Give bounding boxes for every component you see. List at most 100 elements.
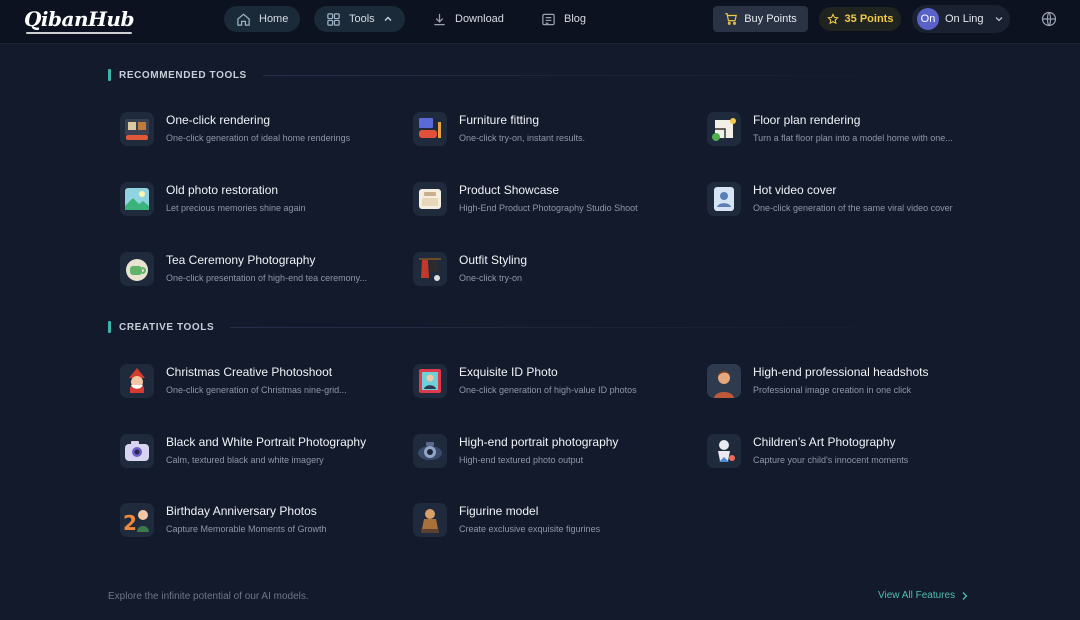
video-cover-thumbnail bbox=[707, 182, 741, 216]
floor-plan-thumbnail bbox=[707, 112, 741, 146]
points-label: 35 Points bbox=[844, 13, 894, 25]
tool-name: Exquisite ID Photo bbox=[459, 365, 558, 379]
tool-description: High-End Product Photography Studio Shoo… bbox=[459, 203, 638, 213]
section-marker bbox=[108, 321, 111, 333]
tool-card[interactable]: Outfit Styling One-click try-on bbox=[401, 250, 681, 290]
tool-card[interactable]: Children’s Art Photography Capture your … bbox=[695, 432, 975, 472]
globe-icon[interactable] bbox=[1041, 11, 1057, 27]
tool-description: Turn a flat floor plan into a model home… bbox=[753, 133, 953, 143]
blog-icon bbox=[542, 13, 555, 25]
nav-blog[interactable]: Blog bbox=[529, 6, 598, 32]
nav-download-label: Download bbox=[455, 13, 504, 25]
qibanhub-logo[interactable]: QibanHub bbox=[24, 7, 134, 34]
tool-card[interactable]: 2 Birthday Anniversary Photos Capture Me… bbox=[108, 501, 388, 541]
creative-tools-header: CREATIVE TOOLS bbox=[108, 320, 958, 334]
home-icon bbox=[237, 13, 250, 26]
tool-description: High-end textured photo output bbox=[459, 455, 584, 465]
headshot-thumbnail bbox=[707, 364, 741, 398]
star-icon bbox=[826, 13, 839, 25]
user-menu[interactable]: On On Ling bbox=[912, 5, 1010, 33]
nav-download[interactable]: Download bbox=[420, 6, 516, 32]
nav-tools-label: Tools bbox=[349, 13, 375, 25]
id-photo-thumbnail bbox=[413, 364, 447, 398]
tool-card[interactable]: Figurine model Create exclusive exquisit… bbox=[401, 501, 681, 541]
tool-description: One-click try-on bbox=[459, 273, 523, 283]
tool-description: One-click generation of high-value ID ph… bbox=[459, 385, 637, 395]
tool-card[interactable]: Floor plan rendering Turn a flat floor p… bbox=[695, 110, 975, 150]
section-marker bbox=[108, 69, 111, 81]
tool-description: One-click generation of the same viral v… bbox=[753, 203, 953, 213]
old-photo-thumbnail bbox=[120, 182, 154, 216]
tool-description: Calm, textured black and white imagery bbox=[166, 455, 324, 465]
tool-name: Tea Ceremony Photography bbox=[166, 253, 316, 267]
chevron-right-icon bbox=[962, 591, 968, 600]
avatar: On bbox=[917, 8, 939, 30]
one-click-rendering-thumbnail bbox=[120, 112, 154, 146]
user-name: On Ling bbox=[945, 13, 984, 25]
birthday-thumbnail: 2 bbox=[120, 503, 154, 537]
nav-home[interactable]: Home bbox=[224, 6, 301, 32]
tool-name: Birthday Anniversary Photos bbox=[166, 504, 317, 518]
portrait-camera-thumbnail bbox=[413, 434, 447, 468]
section-divider bbox=[230, 326, 958, 328]
tool-name: Children’s Art Photography bbox=[753, 435, 896, 449]
tool-card[interactable]: Old photo restoration Let precious memor… bbox=[108, 180, 388, 220]
childrens-art-thumbnail bbox=[707, 434, 741, 468]
tool-description: One-click generation of ideal home rende… bbox=[166, 133, 351, 143]
tool-card[interactable]: Exquisite ID Photo One-click generation … bbox=[401, 362, 681, 402]
tool-name: Furniture fitting bbox=[459, 113, 540, 127]
tool-name: Christmas Creative Photoshoot bbox=[166, 365, 333, 379]
footer-tagline: Explore the infinite potential of our AI… bbox=[108, 591, 309, 602]
section-divider bbox=[262, 74, 958, 76]
view-all-features-link[interactable]: View All Features bbox=[878, 590, 969, 601]
tool-name: Black and White Portrait Photography bbox=[166, 435, 367, 449]
buy-points-button[interactable]: Buy Points bbox=[713, 6, 808, 32]
grid-icon bbox=[327, 12, 340, 26]
tool-description: Let precious memories shine again bbox=[166, 203, 306, 213]
tool-name: High-end professional headshots bbox=[753, 365, 929, 379]
outfit-styling-thumbnail bbox=[413, 252, 447, 286]
section-title: RECOMMENDED TOOLS bbox=[119, 69, 247, 81]
tool-name: Floor plan rendering bbox=[753, 113, 861, 127]
download-icon bbox=[434, 13, 445, 25]
chevron-up-icon bbox=[384, 16, 392, 21]
tool-description: Create exclusive exquisite figurines bbox=[459, 524, 601, 534]
nav-blog-label: Blog bbox=[564, 13, 587, 25]
tool-card[interactable]: High-end portrait photography High-end t… bbox=[401, 432, 681, 472]
recommended-tools-header: RECOMMENDED TOOLS bbox=[108, 68, 958, 82]
chevron-down-icon bbox=[995, 17, 1002, 22]
tool-card[interactable]: Black and White Portrait Photography Cal… bbox=[108, 432, 388, 472]
cart-icon bbox=[725, 13, 738, 25]
tool-card[interactable]: Christmas Creative Photoshoot One-click … bbox=[108, 362, 388, 402]
product-showcase-thumbnail bbox=[413, 182, 447, 216]
tool-name: Product Showcase bbox=[459, 183, 560, 197]
tool-description: One-click try-on, instant results. bbox=[459, 133, 586, 143]
tool-name: One-click rendering bbox=[166, 113, 271, 127]
tea-ceremony-thumbnail bbox=[120, 252, 154, 286]
furniture-fitting-thumbnail bbox=[413, 112, 447, 146]
tool-name: Old photo restoration bbox=[166, 183, 279, 197]
tool-name: Figurine model bbox=[459, 504, 539, 518]
tool-description: Capture Memorable Moments of Growth bbox=[166, 524, 327, 534]
tool-name: Outfit Styling bbox=[459, 253, 528, 267]
points-badge[interactable]: 35 Points bbox=[819, 7, 901, 31]
tool-card[interactable]: Product Showcase High-End Product Photog… bbox=[401, 180, 681, 220]
view-all-label: View All Features bbox=[878, 590, 956, 601]
christmas-thumbnail bbox=[120, 364, 154, 398]
tool-card[interactable]: One-click rendering One-click generation… bbox=[108, 110, 388, 150]
tool-description: One-click presentation of high-end tea c… bbox=[166, 273, 367, 283]
tool-card[interactable]: Hot video cover One-click generation of … bbox=[695, 180, 975, 220]
svg-text:2: 2 bbox=[123, 511, 137, 535]
logo-swoosh bbox=[26, 32, 132, 34]
tool-name: High-end portrait photography bbox=[459, 435, 619, 449]
section-title: CREATIVE TOOLS bbox=[119, 321, 215, 333]
buy-points-label: Buy Points bbox=[744, 13, 797, 25]
tool-card[interactable]: Tea Ceremony Photography One-click prese… bbox=[108, 250, 388, 290]
tool-description: One-click generation of Christmas nine-g… bbox=[166, 385, 347, 395]
figurine-thumbnail bbox=[413, 503, 447, 537]
nav-tools[interactable]: Tools bbox=[314, 6, 405, 32]
tool-name: Hot video cover bbox=[753, 183, 837, 197]
tool-card[interactable]: High-end professional headshots Professi… bbox=[695, 362, 975, 402]
tool-card[interactable]: Furniture fitting One-click try-on, inst… bbox=[401, 110, 681, 150]
nav-home-label: Home bbox=[259, 13, 289, 25]
